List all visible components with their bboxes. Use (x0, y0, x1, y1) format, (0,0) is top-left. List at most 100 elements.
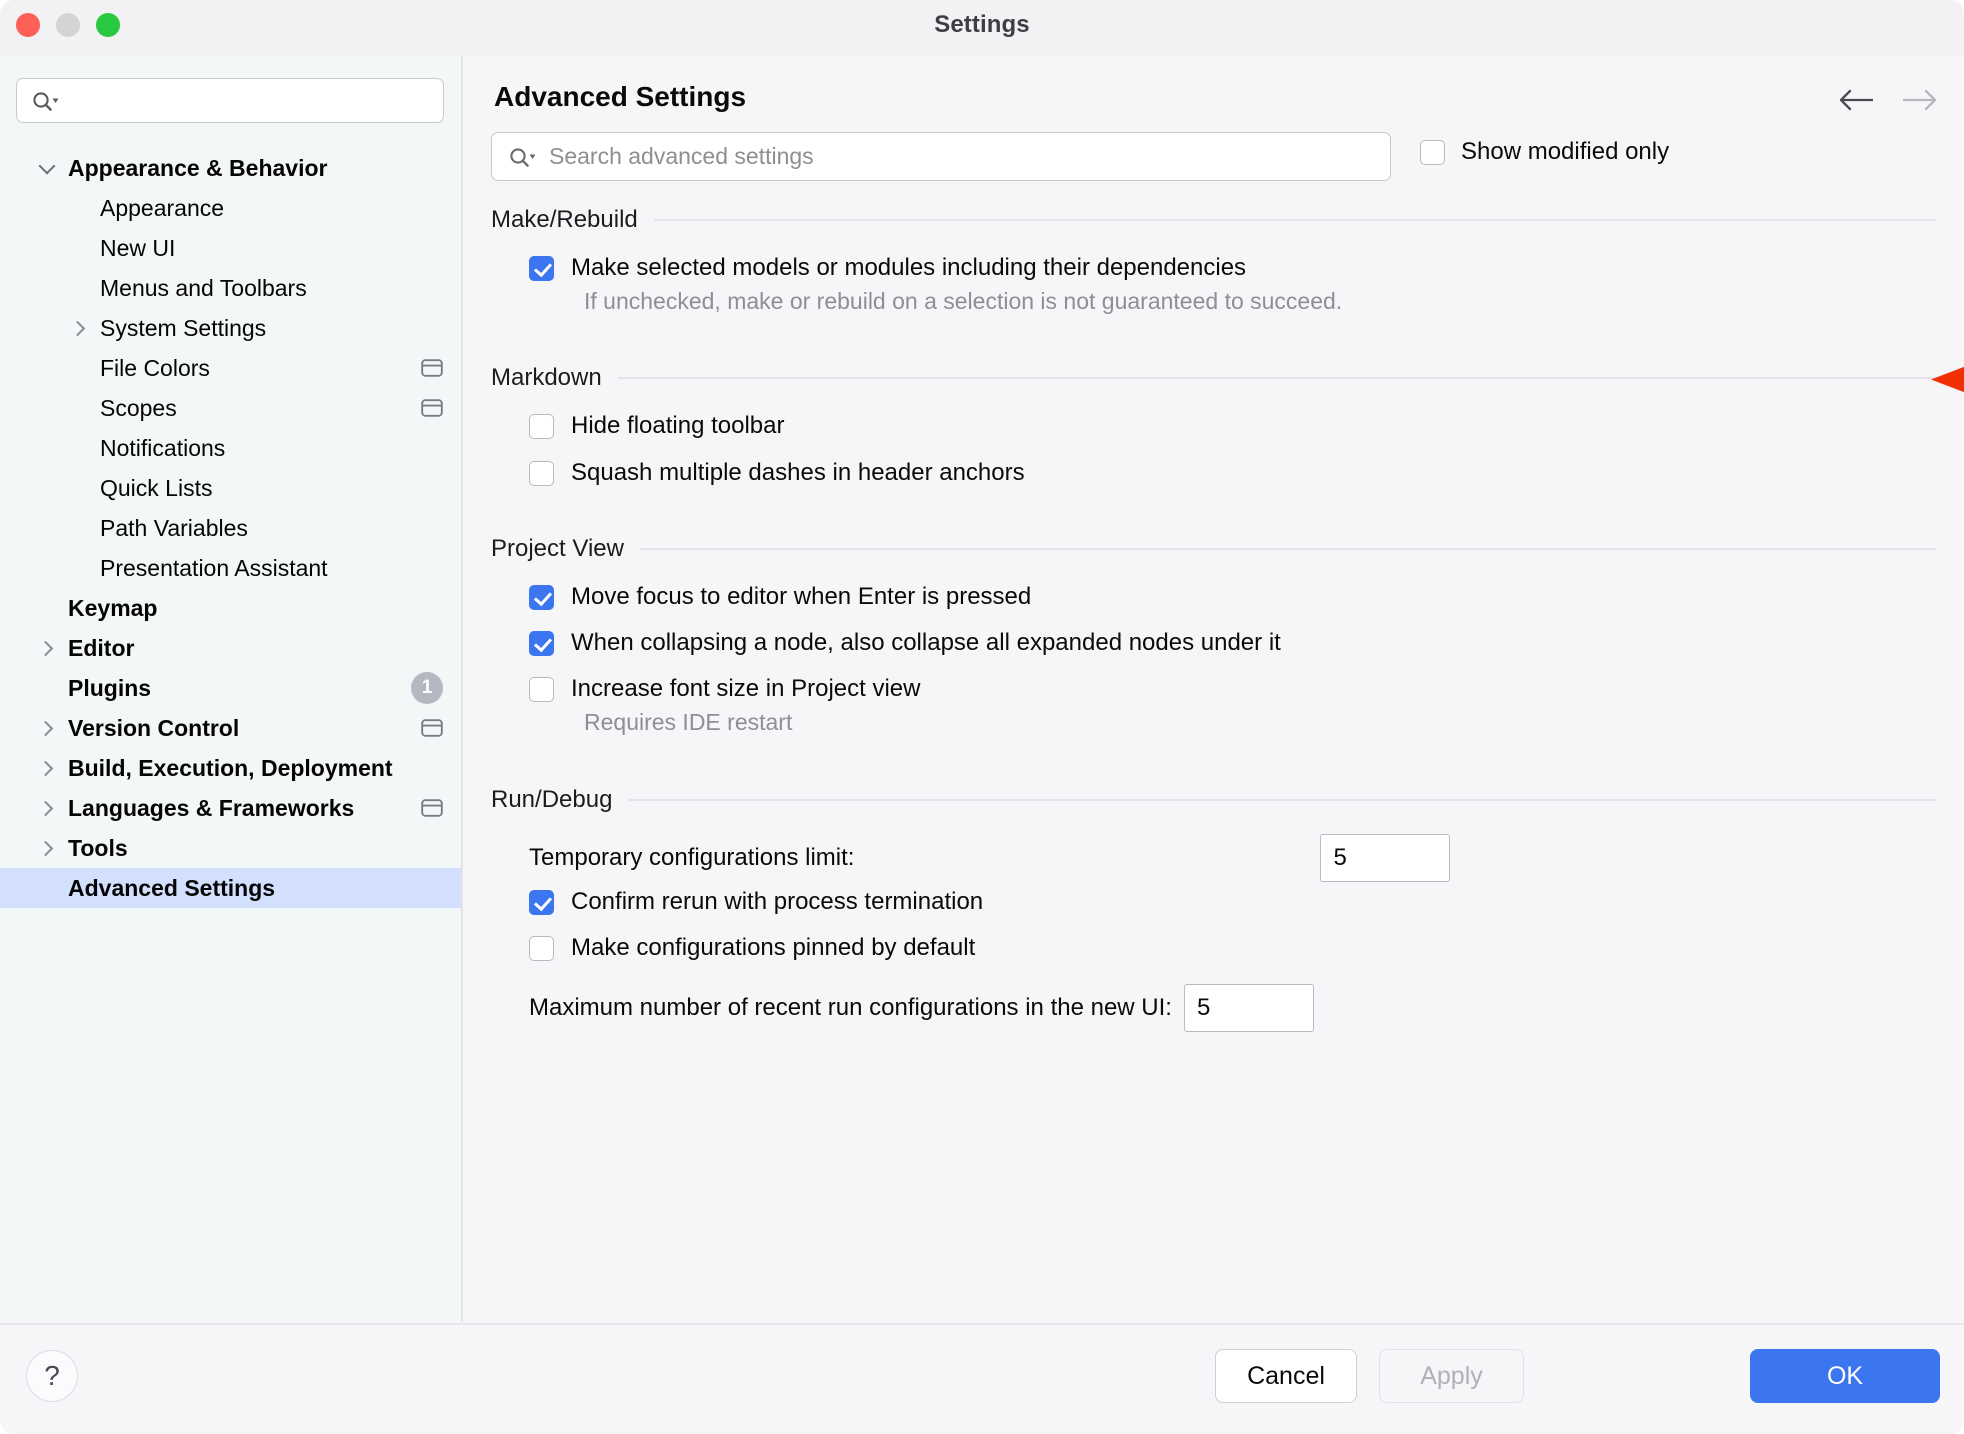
sidebar-item-appearance[interactable]: Appearance (0, 188, 461, 228)
show-modified-only-checkbox[interactable]: Show modified only (1420, 138, 1669, 166)
project-scope-icon (421, 359, 443, 377)
setting-checkbox-row[interactable]: Increase font size in Project view (529, 675, 921, 703)
sidebar-item-advanced-settings[interactable]: Advanced Settings (0, 868, 461, 908)
sidebar-search-container (16, 78, 444, 123)
section-divider (653, 219, 1936, 221)
chevron-right-icon[interactable] (36, 637, 58, 659)
setting-label: Hide floating toolbar (571, 412, 785, 439)
section-markdown: Markdown Hide floating toolbar Squash mult… (491, 364, 1936, 486)
setting-checkbox[interactable] (529, 630, 554, 656)
search-icon (33, 92, 59, 111)
sidebar-item-label: Editor (68, 634, 135, 661)
project-scope-icon (421, 719, 443, 737)
section-title: Markdown (491, 364, 602, 391)
setting-number-input[interactable] (1183, 984, 1314, 1032)
chevron-right-icon[interactable] (36, 837, 58, 859)
sidebar-item-label: Presentation Assistant (100, 554, 328, 581)
sidebar-item-label: System Settings (100, 314, 267, 341)
setting-label: Confirm rerun with process termination (571, 888, 984, 915)
sidebar-item-notifications[interactable]: Notifications (0, 428, 461, 468)
sidebar-item-label: Path Variables (100, 514, 248, 541)
page-title: Advanced Settings (494, 81, 747, 112)
chevron-right-icon[interactable] (36, 757, 58, 779)
sidebar-item-label: Advanced Settings (68, 874, 276, 901)
sidebar-search-input[interactable] (69, 79, 435, 122)
setting-label: Maximum number of recent run configurati… (529, 994, 1172, 1021)
sidebar-item-label: New UI (100, 234, 176, 261)
show-modified-only-label: Show modified only (1461, 138, 1670, 165)
show-modified-only-checkbox-box[interactable] (1420, 139, 1445, 165)
sidebar-item-path-variables[interactable]: Path Variables (0, 508, 461, 548)
settings-tree: Appearance & Behavior Appearance New UI Men… (0, 148, 461, 908)
section-title: Run/Debug (491, 786, 613, 813)
section-project-view: Project View Move focus to editor when En… (491, 535, 1936, 735)
setting-checkbox[interactable] (529, 676, 554, 702)
window-title: Settings (934, 11, 1030, 38)
setting-checkbox[interactable] (529, 255, 554, 281)
cancel-button[interactable]: Cancel (1215, 1349, 1357, 1403)
setting-number-input[interactable] (1320, 834, 1451, 882)
setting-checkbox[interactable] (529, 413, 554, 439)
sidebar-item-label: Languages & Frameworks (68, 794, 355, 821)
sidebar-item-tools[interactable]: Tools (0, 828, 461, 868)
setting-checkbox-row[interactable]: Hide floating toolbar (529, 412, 784, 440)
setting-checkbox-row[interactable]: Make configurations pinned by default (529, 934, 975, 962)
sidebar-item-system-settings[interactable]: System Settings (0, 308, 461, 348)
setting-checkbox[interactable] (529, 460, 554, 486)
back-arrow-icon[interactable] (1834, 78, 1878, 122)
setting-checkbox[interactable] (529, 889, 554, 915)
setting-checkbox[interactable] (529, 584, 554, 610)
plugins-update-badge: 1 (411, 672, 443, 704)
sidebar-item-label: Quick Lists (100, 474, 213, 501)
project-scope-indicator (421, 798, 443, 818)
sidebar-item-label: Version Control (68, 714, 240, 741)
settings-window: Settings Appearance & Behavior Appearance… (0, 0, 1964, 1434)
chevron-right-icon[interactable] (36, 717, 58, 739)
help-button[interactable]: ? (26, 1350, 78, 1402)
advanced-settings-search-input[interactable] (549, 133, 1380, 179)
setting-checkbox-row[interactable]: Move focus to editor when Enter is press… (529, 583, 1031, 611)
chevron-down-icon[interactable] (36, 157, 58, 179)
sidebar-item-build-execution-deployment[interactable]: Build, Execution, Deployment (0, 748, 461, 788)
sidebar-item-appearance-behavior[interactable]: Appearance & Behavior (0, 148, 461, 188)
setting-checkbox-row[interactable]: Squash multiple dashes in header anchors (529, 459, 1025, 487)
section-header: Markdown (491, 364, 1936, 392)
main-panel: Advanced Settings Search advanced settin… (465, 56, 1964, 1322)
apply-button[interactable]: Apply (1379, 1349, 1524, 1403)
sidebar-item-file-colors[interactable]: File Colors (0, 348, 461, 388)
section-title: Make/Rebuild (491, 206, 638, 233)
project-scope-icon (421, 799, 443, 817)
advanced-settings-search-box[interactable] (491, 132, 1391, 181)
sidebar-search-box[interactable] (16, 78, 444, 123)
sidebar-item-keymap[interactable]: Keymap (0, 588, 461, 628)
search-icon (510, 148, 536, 167)
sidebar-item-menus-and-toolbars[interactable]: Menus and Toolbars (0, 268, 461, 308)
section-divider (639, 548, 1936, 550)
section-divider (628, 799, 1936, 801)
dialog-footer: ? Cancel Apply OK (0, 1323, 1964, 1434)
sidebar-item-editor[interactable]: Editor (0, 628, 461, 668)
sidebar-item-scopes[interactable]: Scopes (0, 388, 461, 428)
sidebar-item-label: Notifications (100, 434, 226, 461)
sidebar-item-plugins[interactable]: Plugins 1 (0, 668, 461, 708)
sidebar-item-version-control[interactable]: Version Control (0, 708, 461, 748)
section-header: Project View (491, 535, 1936, 563)
project-scope-indicator (421, 718, 443, 738)
setting-checkbox-row[interactable]: Make selected models or modules includin… (529, 254, 1246, 282)
sidebar-item-languages-frameworks[interactable]: Languages & Frameworks (0, 788, 461, 828)
section-header: Run/Debug (491, 786, 1936, 814)
setting-checkbox-row[interactable]: Confirm rerun with process termination (529, 888, 983, 916)
sidebar-item-quick-lists[interactable]: Quick Lists (0, 468, 461, 508)
chevron-right-icon[interactable] (68, 317, 90, 339)
ok-button[interactable]: OK (1750, 1349, 1940, 1403)
setting-checkbox[interactable] (529, 935, 554, 961)
setting-checkbox-row[interactable]: When collapsing a node, also collapse al… (529, 629, 1281, 657)
setting-label: When collapsing a node, also collapse al… (571, 629, 1281, 656)
sidebar-item-new-ui[interactable]: New UI (0, 228, 461, 268)
section-make-rebuild: Make/Rebuild Make selected models or modu… (491, 206, 1936, 314)
sidebar-item-presentation-assistant[interactable]: Presentation Assistant (0, 548, 461, 588)
chevron-right-icon[interactable] (36, 797, 58, 819)
setting-description: Requires IDE restart (584, 709, 793, 735)
setting-label: Make configurations pinned by default (571, 934, 976, 961)
sidebar-item-label: Appearance & Behavior (68, 154, 328, 181)
